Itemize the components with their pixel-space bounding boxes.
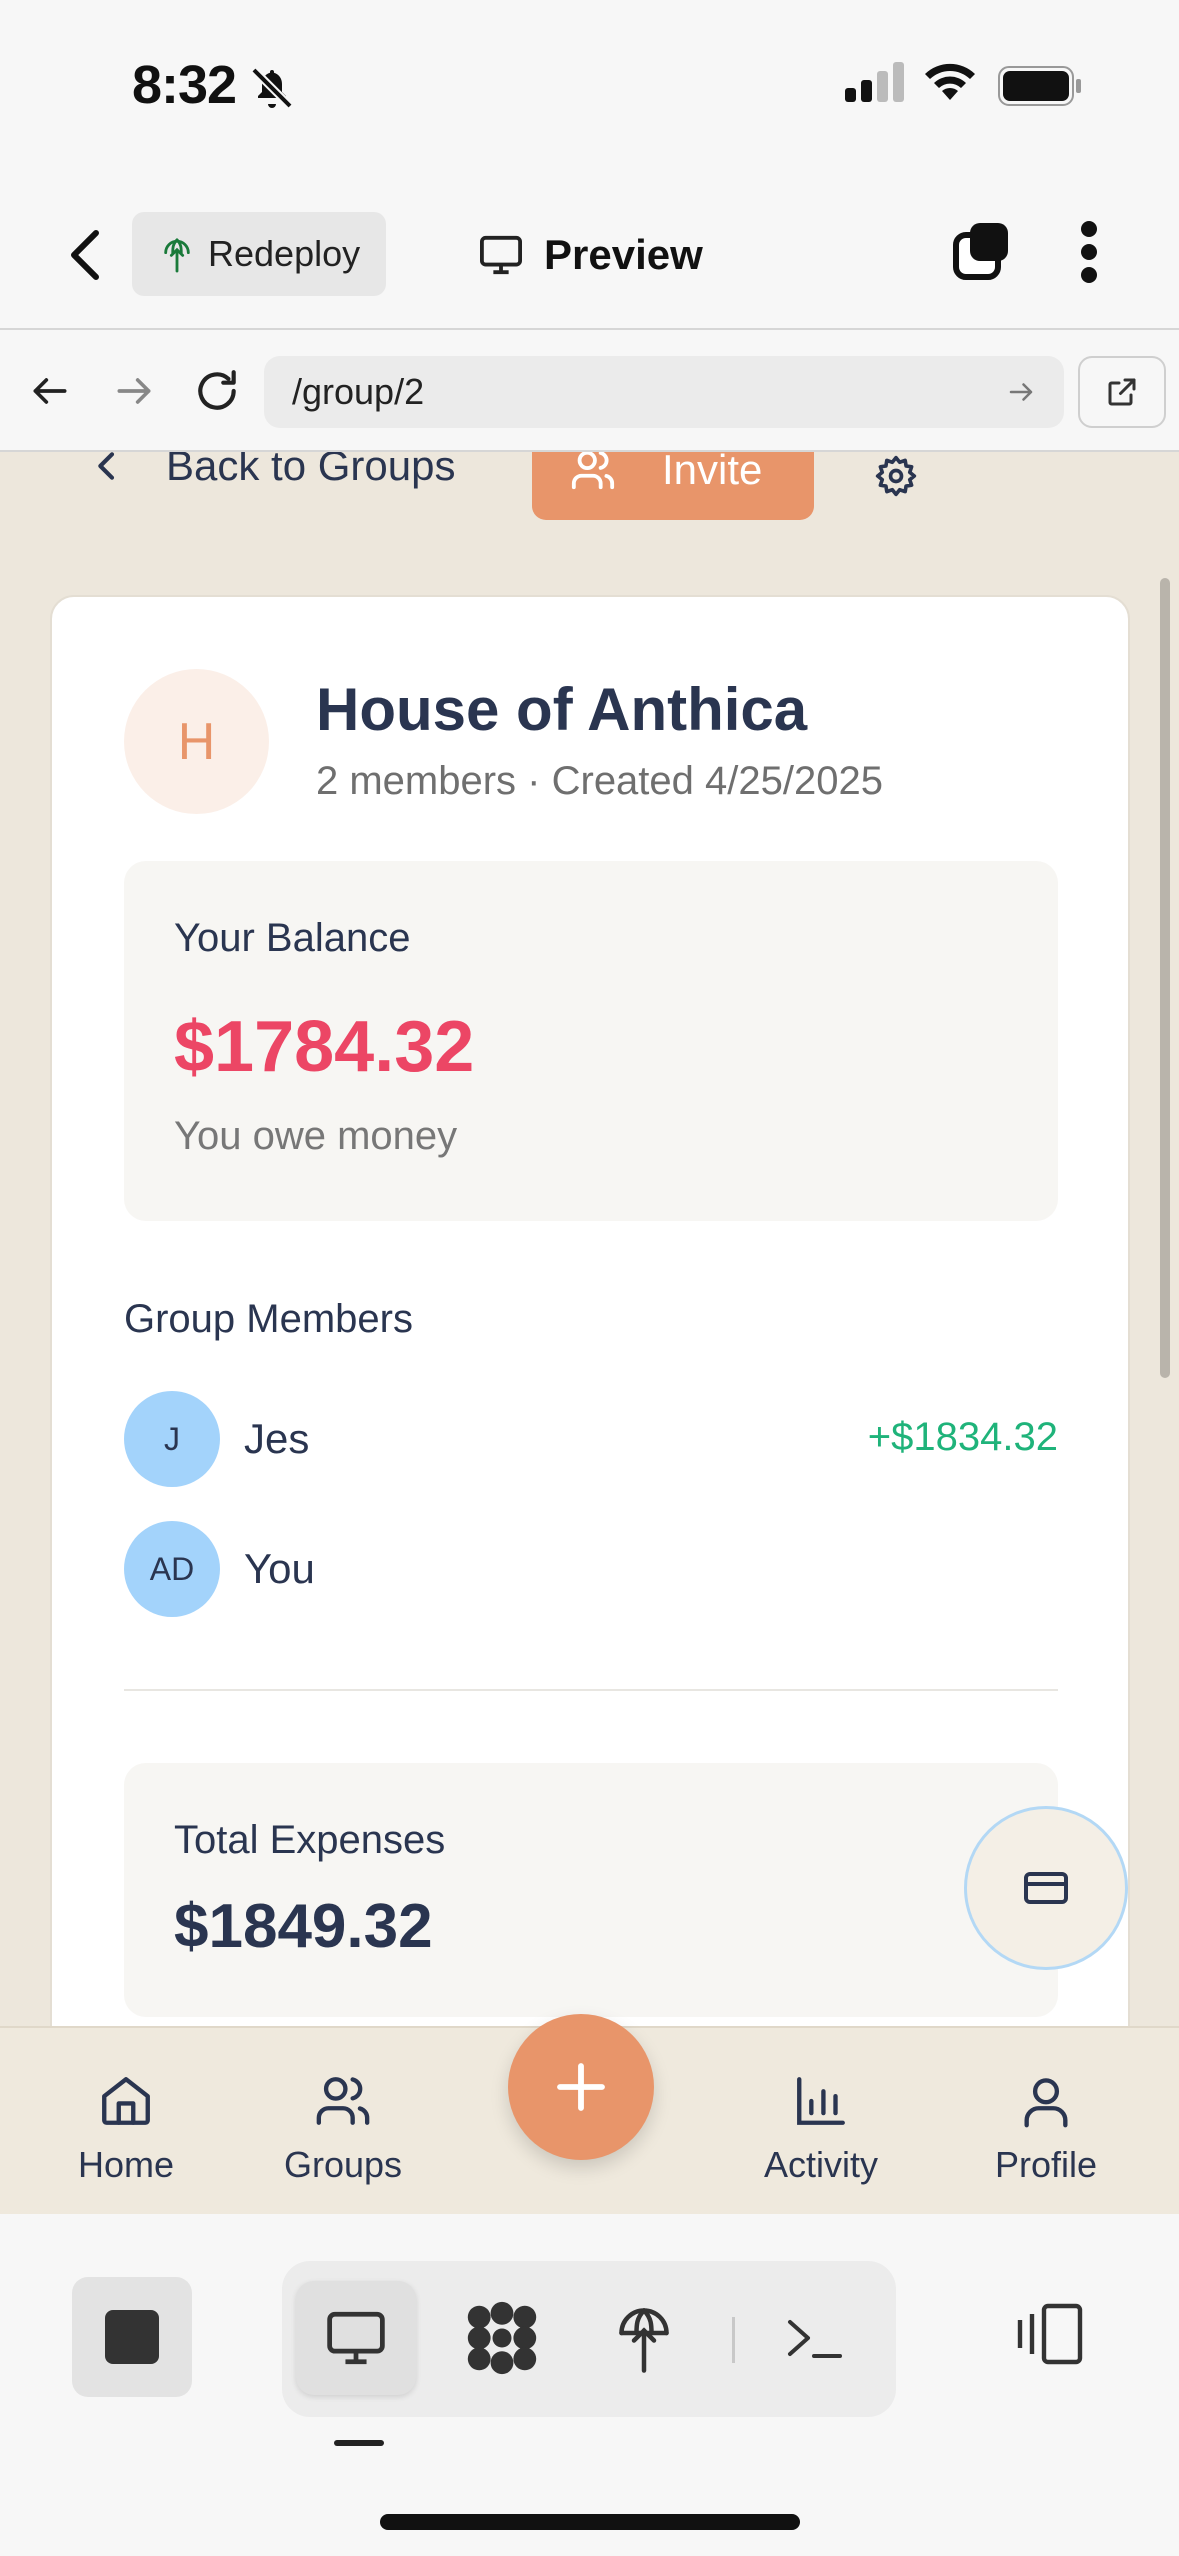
chevron-left-icon: [98, 452, 115, 480]
user-icon: [1024, 2078, 1068, 2128]
cellular-signal-icon: [845, 62, 904, 102]
group-card: H House of Anthica 2 members · Created 4…: [50, 595, 1130, 2026]
terminal-icon: [788, 2320, 842, 2358]
home-indicator: [380, 2514, 800, 2530]
arrow-left-icon[interactable]: [28, 366, 72, 416]
divider: [124, 1689, 1058, 1691]
balance-amount: $1784.32: [174, 1007, 475, 1087]
nav-groups-label: Groups: [283, 2144, 403, 2185]
stop-button[interactable]: [72, 2277, 192, 2397]
agent-icon: [467, 2301, 537, 2375]
home-icon: [102, 2077, 150, 2125]
side-panel-icon[interactable]: [1008, 2302, 1086, 2366]
nav-profile-label: Profile: [994, 2144, 1098, 2185]
bottom-nav: Home Groups Activity Profile: [0, 2014, 1179, 2214]
settings-gear-icon[interactable]: [874, 454, 918, 498]
toolbar-divider: [732, 2317, 735, 2363]
arrow-right-icon[interactable]: [112, 366, 156, 416]
balance-note: You owe money: [174, 1114, 458, 1158]
redeploy-label: Redeploy: [208, 233, 361, 274]
page-viewport: Back to Groups Invite H House of Anthica…: [0, 452, 1179, 2026]
nav-home[interactable]: Home: [26, 2066, 226, 2186]
back-to-groups-link[interactable]: Back to Groups: [92, 452, 455, 490]
deploy-icon: [619, 2308, 669, 2373]
external-link-icon: [1108, 378, 1136, 406]
nav-profile[interactable]: Profile: [946, 2066, 1146, 2186]
nav-activity[interactable]: Activity: [721, 2066, 921, 2186]
invite-button[interactable]: Invite: [532, 452, 814, 520]
deploy-icon: [164, 238, 190, 273]
scrollbar[interactable]: [1160, 578, 1170, 1378]
nav-groups[interactable]: Groups: [243, 2066, 443, 2186]
invite-label: Invite: [662, 452, 763, 493]
agent-tool-button[interactable]: [442, 2281, 562, 2395]
members-heading: Group Members: [124, 1297, 413, 1341]
member-row: AD You: [124, 1521, 1058, 1617]
balance-label: Your Balance: [174, 916, 411, 960]
total-expenses-amount: $1849.32: [174, 1892, 433, 1961]
monitor-icon: [480, 235, 522, 275]
back-to-groups-label: Back to Groups: [166, 452, 456, 489]
payment-fab[interactable]: [964, 1806, 1128, 1970]
wifi-icon: [925, 63, 975, 100]
url-text: /group/2: [292, 371, 425, 412]
tabs-icon[interactable]: [950, 219, 1014, 283]
open-external-button[interactable]: [1078, 356, 1166, 428]
member-avatar: J: [124, 1391, 220, 1487]
reload-icon[interactable]: [192, 366, 242, 416]
group-meta: 2 members · Created 4/25/2025: [316, 759, 883, 803]
bar-chart-icon: [797, 2077, 845, 2125]
redeploy-button[interactable]: Redeploy: [132, 212, 386, 296]
preview-label: Preview: [544, 231, 703, 278]
stop-icon: [105, 2310, 159, 2364]
group-avatar: H: [124, 669, 269, 814]
status-time: 8:32: [132, 55, 237, 115]
nav-home-label: Home: [77, 2144, 175, 2185]
member-avatar: AD: [124, 1521, 220, 1617]
total-expenses-label: Total Expenses: [174, 1818, 446, 1862]
member-name: You: [244, 1545, 315, 1592]
status-bar: 8:32: [0, 0, 1179, 175]
preview-tab[interactable]: Preview: [478, 225, 703, 285]
back-chevron-icon[interactable]: [60, 225, 112, 285]
users-icon: [316, 2077, 370, 2125]
url-field[interactable]: /group/2: [264, 356, 1064, 428]
bell-slash-icon: [251, 67, 293, 109]
more-vertical-icon[interactable]: [1075, 219, 1103, 285]
active-tab-indicator: [334, 2440, 384, 2446]
deploy-tool-button[interactable]: [584, 2281, 704, 2395]
member-balance: +$1834.32: [867, 1415, 1058, 1459]
app-header: Redeploy Preview: [0, 175, 1179, 330]
battery-icon: [998, 66, 1081, 106]
group-name: House of Anthica: [316, 676, 808, 743]
go-arrow-icon[interactable]: [1006, 377, 1036, 407]
group-actions: Back to Groups Invite: [0, 452, 1179, 530]
member-row: J Jes +$1834.32: [124, 1391, 1058, 1487]
browser-bar: /group/2: [0, 332, 1179, 452]
users-icon: [571, 452, 615, 490]
member-name: Jes: [244, 1415, 310, 1462]
plus-icon: [557, 2063, 605, 2111]
add-expense-button[interactable]: [508, 2014, 654, 2160]
shell-tool-button[interactable]: [754, 2281, 874, 2395]
credit-card-icon: [1024, 1872, 1068, 1904]
nav-activity-label: Activity: [763, 2144, 878, 2185]
balance-panel: Your Balance $1784.32 You owe money: [124, 861, 1058, 1221]
workspace-toolbar: [0, 2214, 1179, 2556]
tool-switcher: [282, 2261, 896, 2417]
total-expenses-panel: Total Expenses $1849.32: [124, 1763, 1058, 2017]
monitor-icon: [327, 2311, 385, 2365]
preview-tool-button[interactable]: [296, 2281, 416, 2395]
